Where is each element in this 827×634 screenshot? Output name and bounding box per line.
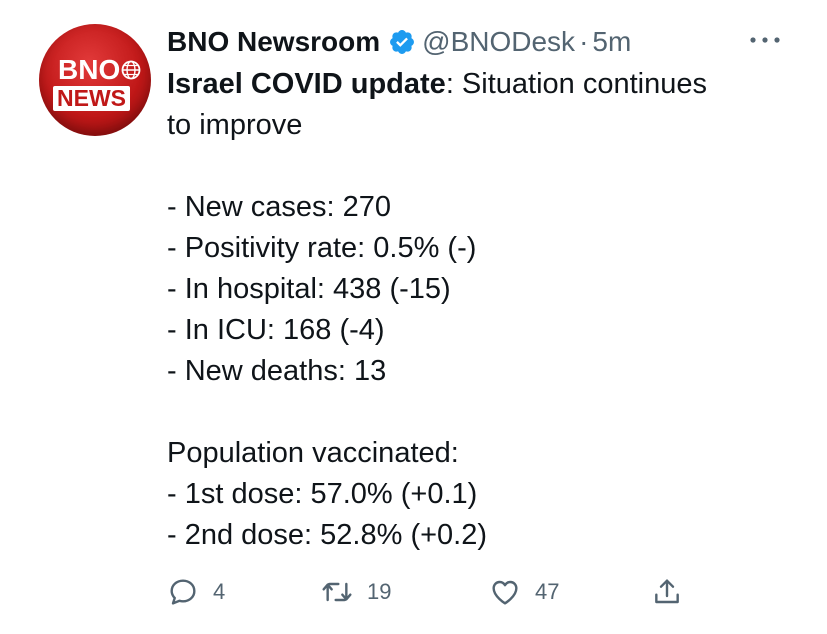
tweet-line-2: to improve bbox=[167, 109, 303, 141]
like-icon bbox=[492, 580, 518, 605]
like-button[interactable]: 47 bbox=[489, 570, 559, 614]
vaccinated-heading: Population vaccinated: bbox=[167, 437, 459, 469]
reply-count: 4 bbox=[213, 579, 226, 604]
like-count: 47 bbox=[535, 579, 560, 604]
tweet-header: BNO Newsroom @BNODesk · 5m bbox=[167, 22, 631, 62]
stat-line: - In hospital: 438 (-15) bbox=[167, 273, 451, 305]
stat-line: - New cases: 270 bbox=[167, 191, 392, 223]
share-icon bbox=[655, 579, 679, 604]
tweet-body: Israel COVID update: Situation continues… bbox=[167, 64, 807, 556]
more-options-icon[interactable] bbox=[748, 32, 782, 48]
separator-dot: · bbox=[579, 26, 589, 57]
reply-button[interactable]: 4 bbox=[167, 570, 225, 614]
avatar[interactable]: BNO NEWS bbox=[39, 24, 151, 136]
avatar-logo-bottom: NEWS bbox=[53, 86, 130, 111]
vaccinated-line: - 1st dose: 57.0% (+0.1) bbox=[167, 478, 478, 510]
globe-icon bbox=[121, 60, 141, 80]
retweet-icon bbox=[322, 582, 352, 602]
stat-line: - Positivity rate: 0.5% (-) bbox=[167, 232, 477, 264]
verified-badge-icon bbox=[390, 30, 415, 54]
vaccinated-line: - 2nd dose: 52.8% (+0.2) bbox=[167, 519, 488, 551]
avatar-logo-top: BNO bbox=[58, 54, 121, 85]
reply-icon bbox=[170, 579, 196, 605]
author-handle[interactable]: @BNODesk bbox=[422, 26, 575, 58]
tweet-title-line: Israel COVID update: Situation continues bbox=[167, 64, 807, 105]
tweet-title-rest: : Situation continues bbox=[445, 68, 707, 100]
tweet-title-bold: Israel COVID update bbox=[167, 68, 446, 100]
stat-line: - In ICU: 168 (-4) bbox=[167, 314, 385, 346]
stat-line: - New deaths: 13 bbox=[167, 355, 387, 387]
retweet-button[interactable]: 19 bbox=[321, 570, 391, 614]
timestamp[interactable]: 5m bbox=[592, 26, 631, 58]
tweet-actions: 4 19 47 bbox=[163, 570, 703, 614]
author-name[interactable]: BNO Newsroom bbox=[167, 26, 380, 58]
share-button[interactable] bbox=[651, 570, 683, 614]
retweet-count: 19 bbox=[367, 579, 392, 604]
